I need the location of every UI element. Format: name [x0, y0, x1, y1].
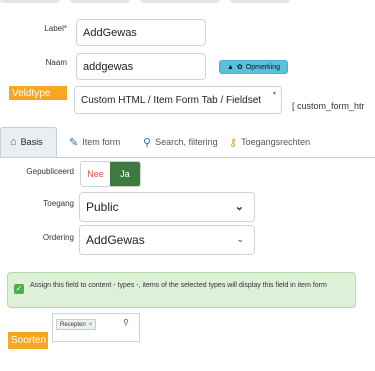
search-icon: ⚲: [143, 136, 152, 149]
gear-icon: ✿: [236, 64, 243, 71]
opmerking-button[interactable]: ▲ ✿ Opmerking: [219, 60, 288, 74]
gepubliceerd-toggle: Nee Ja: [80, 161, 141, 187]
tab-toegangsrechten[interactable]: ⚷ Toegangsrechten: [229, 127, 321, 157]
label-input[interactable]: AddGewas: [76, 19, 206, 46]
chevron-down-icon: ⌄: [236, 234, 244, 244]
veldtype-select-value: Custom HTML / Item Form Tab / Fieldset: [81, 94, 262, 106]
ordering-select[interactable]: AddGewas ⌄: [79, 225, 255, 255]
soorten-label: Soorten: [8, 332, 48, 349]
tab-basis-label: Basis: [20, 137, 43, 147]
naam-field-label: Naam: [45, 58, 67, 67]
label-field-label: Label*: [44, 24, 67, 33]
key-icon: ⚷: [229, 136, 238, 149]
tab-search-filtering-label: Search, filtering: [155, 137, 218, 147]
tab-toegangsrechten-label: Toegangsrechten: [241, 137, 311, 147]
checkbox-checked-icon[interactable]: ✓: [14, 284, 24, 294]
ordering-select-value: AddGewas: [86, 233, 145, 247]
naam-input[interactable]: addgewas: [76, 53, 206, 80]
veldtype-label: Veldtype: [9, 86, 67, 100]
soorten-tag-input[interactable]: Recepten × ⚲: [52, 313, 140, 342]
ja-option[interactable]: Ja: [110, 162, 140, 186]
gepubliceerd-label: Gepubliceerd: [26, 167, 74, 176]
tab-basis[interactable]: ⌂ Basis: [0, 127, 57, 157]
top-tab-1[interactable]: [0, 0, 60, 3]
close-icon[interactable]: ×: [89, 322, 93, 328]
veldtype-code: [ custom_form_htr: [292, 101, 365, 111]
ordering-label: Ordering: [42, 233, 74, 242]
tab-item-form[interactable]: ✎ Item form: [69, 127, 131, 157]
edit-icon: ✎: [69, 136, 79, 149]
home-icon: ⌂: [10, 136, 17, 148]
tag-chip-recepten: Recepten ×: [56, 319, 97, 330]
warning-icon: ▲: [226, 63, 234, 71]
toegang-select-value: Public: [86, 200, 119, 214]
top-tab-3[interactable]: [140, 0, 220, 3]
nee-option[interactable]: Nee: [81, 162, 111, 186]
assign-info-box: ✓ Assign this field to content - types -…: [7, 272, 356, 308]
tag-chip-label: Recepten: [60, 321, 86, 328]
tab-item-form-label: Item form: [82, 137, 121, 147]
search-icon[interactable]: ⚲: [123, 318, 129, 327]
naam-input-value: addgewas: [83, 60, 134, 73]
chevron-down-icon: ⌄: [234, 201, 244, 213]
toegang-select[interactable]: Public ⌄: [79, 192, 255, 222]
top-tab-2[interactable]: [70, 0, 130, 3]
label-input-value: AddGewas: [83, 26, 137, 39]
toegang-label: Toegang: [43, 199, 74, 208]
opmerking-button-label: Opmerking: [245, 63, 281, 71]
tab-search-filtering[interactable]: ⚲ Search, filtering: [143, 127, 223, 157]
top-tab-4[interactable]: [230, 0, 290, 3]
assign-text: Assign this field to content - types -, …: [30, 282, 327, 289]
caret-down-icon: ▾: [272, 91, 276, 97]
veldtype-select[interactable]: Custom HTML / Item Form Tab / Fieldset ▾: [74, 86, 282, 114]
